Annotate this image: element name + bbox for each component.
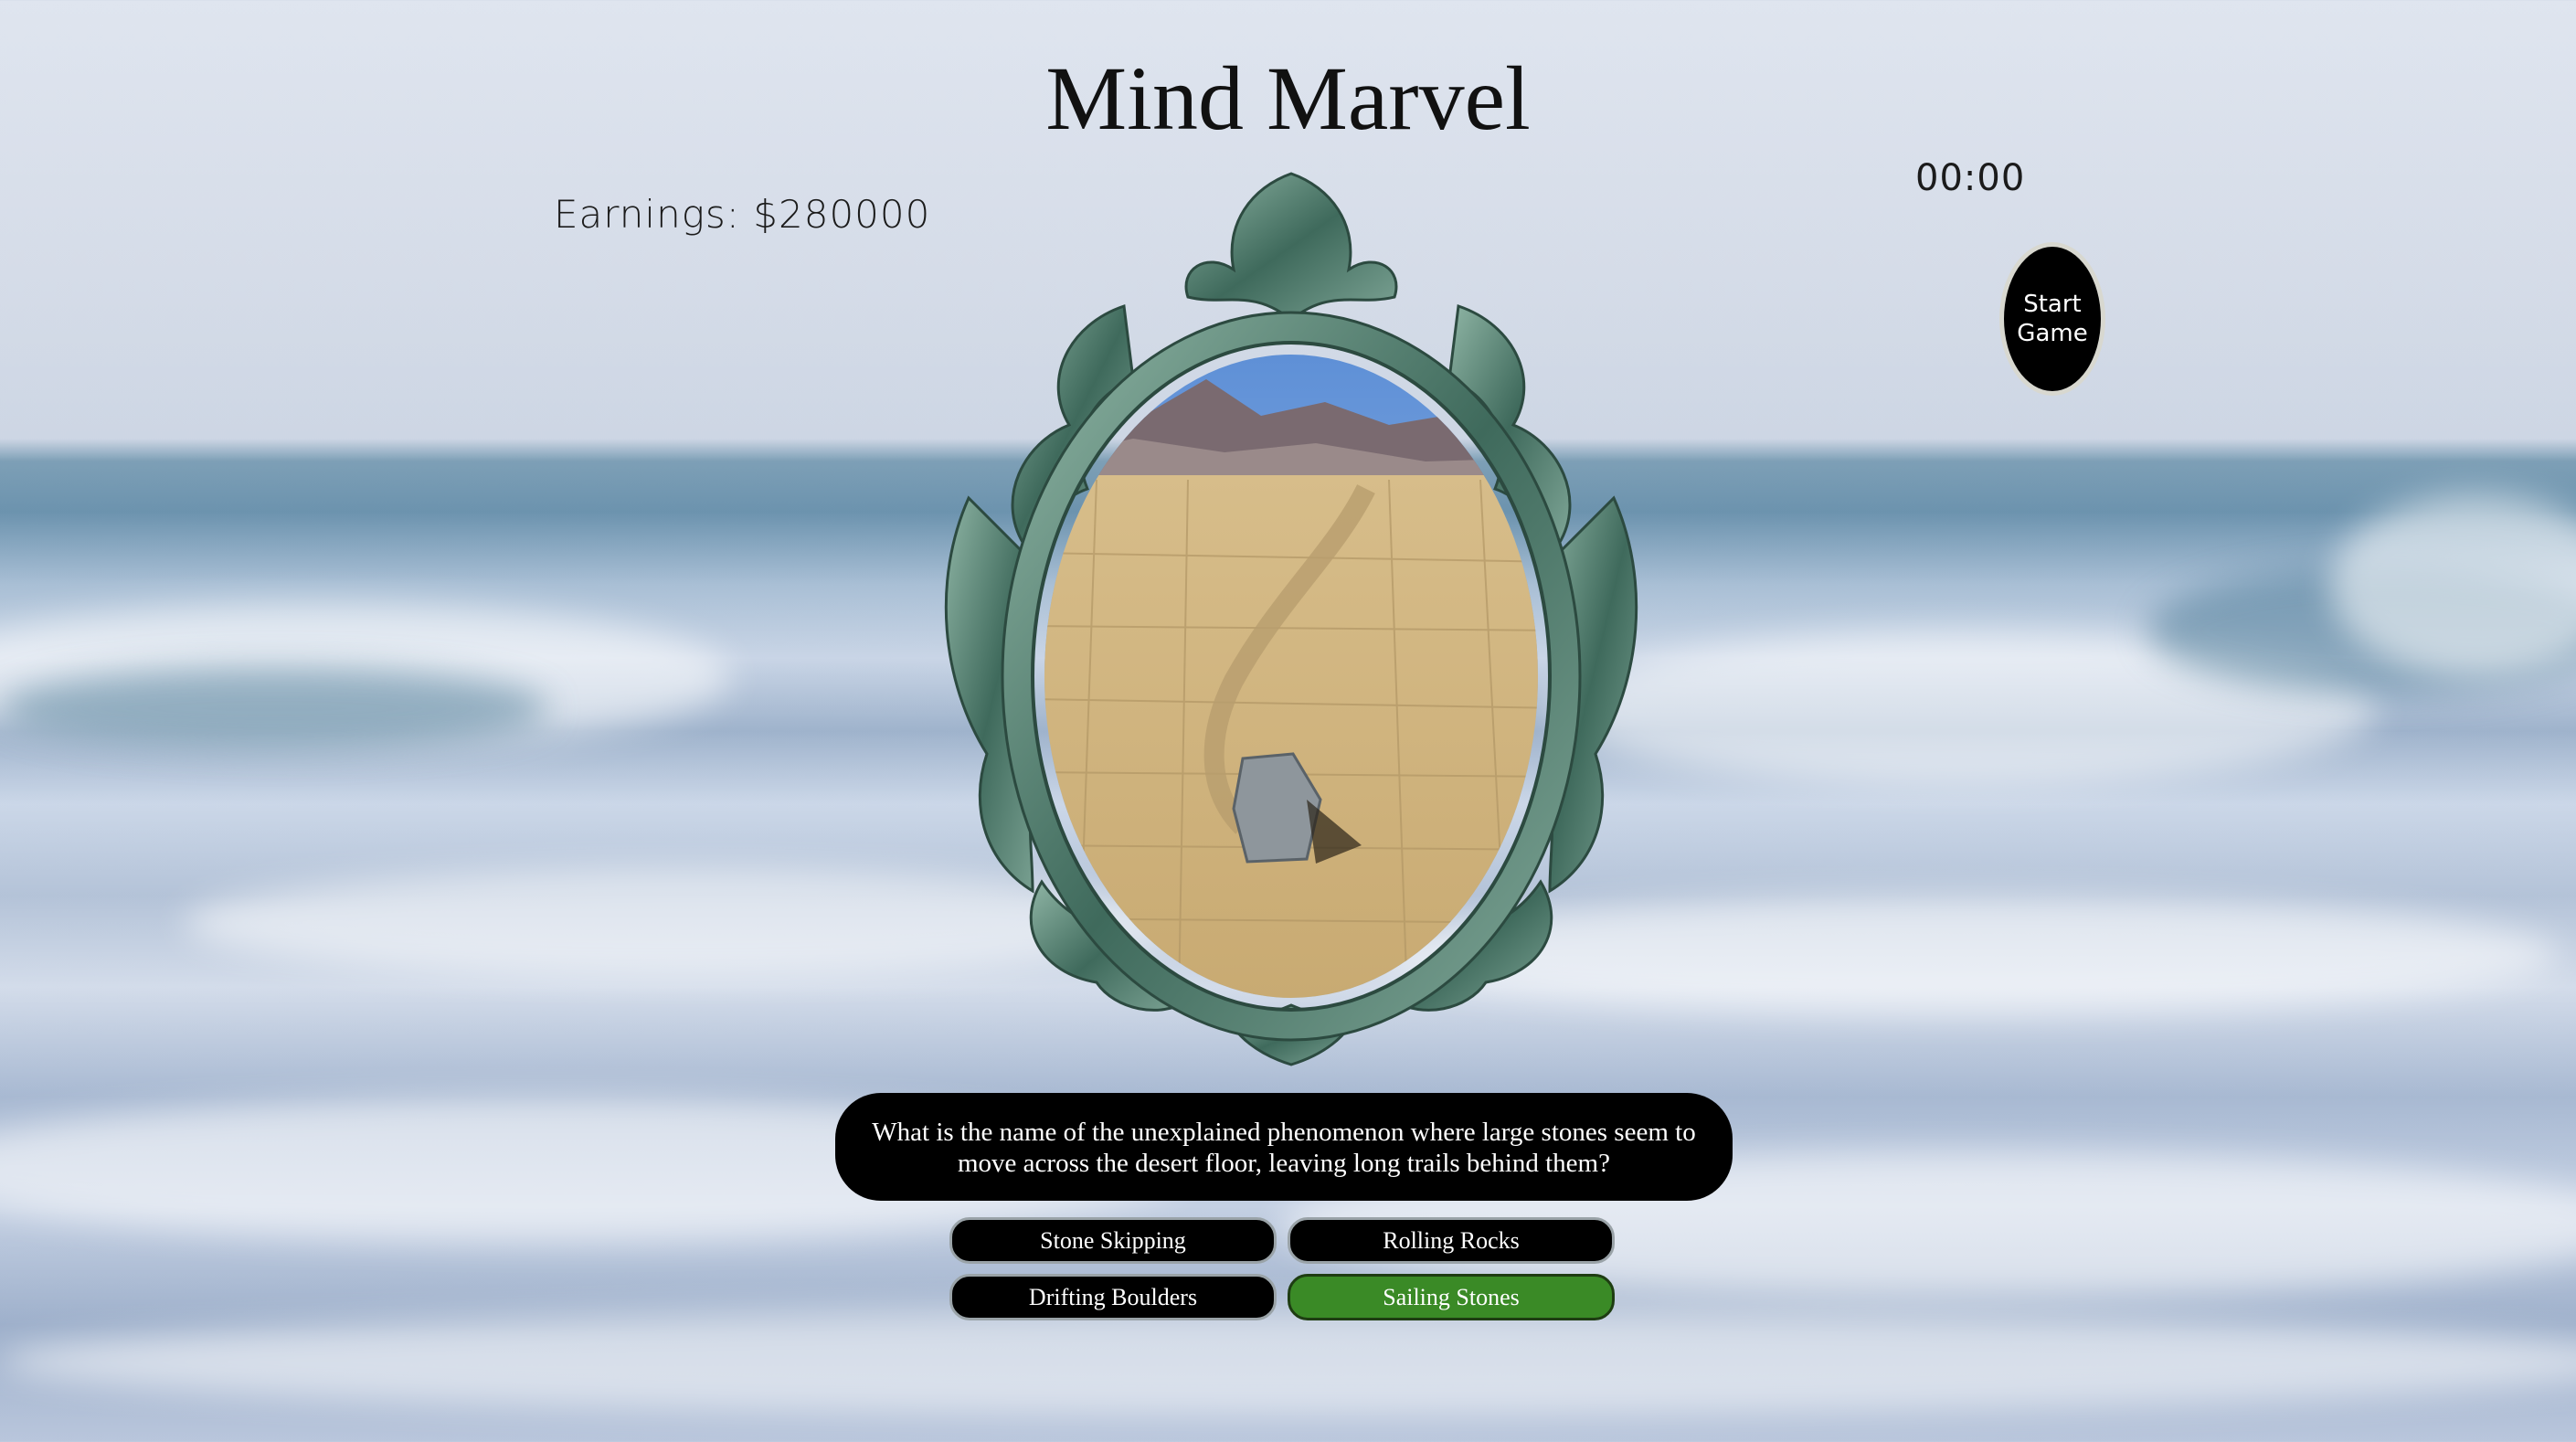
start-game-button[interactable]: Start Game [1999,242,2105,396]
ornate-mirror-frame-icon [944,172,1638,1066]
question-box: What is the name of the unexplained phen… [835,1093,1733,1201]
start-button-line1: Start [2023,291,2082,318]
timer-display: 00:00 [1915,157,2026,199]
answer-label: Rolling Rocks [1383,1226,1520,1254]
question-text: What is the name of the unexplained phen… [872,1118,1696,1178]
answer-button-sailing-stones[interactable]: Sailing Stones [1288,1274,1615,1320]
answer-button-stone-skipping[interactable]: Stone Skipping [949,1217,1277,1264]
answer-label: Drifting Boulders [1028,1283,1198,1310]
earnings-display: Earnings: $280000 [554,192,931,237]
answer-label: Sailing Stones [1383,1283,1520,1310]
start-button-line2: Game [2017,320,2088,347]
answer-label: Stone Skipping [1040,1226,1186,1254]
game-title: Mind Marvel [1045,48,1531,149]
answer-button-rolling-rocks[interactable]: Rolling Rocks [1288,1217,1615,1264]
answer-button-drifting-boulders[interactable]: Drifting Boulders [949,1274,1277,1320]
